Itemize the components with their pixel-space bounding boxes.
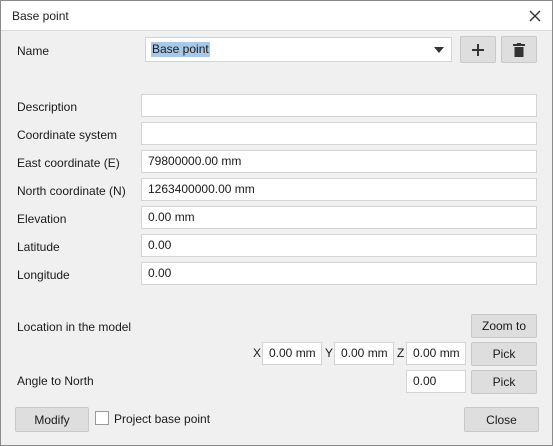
title-bar: Base point xyxy=(1,1,552,31)
zoom-to-button[interactable]: Zoom to xyxy=(471,314,537,338)
add-base-point-button[interactable] xyxy=(460,36,496,63)
angle-to-north-field[interactable]: 0.00 xyxy=(406,370,466,393)
description-label: Description xyxy=(17,100,78,114)
chevron-down-icon[interactable] xyxy=(434,47,444,53)
pick-angle-button[interactable]: Pick xyxy=(471,370,537,394)
project-base-point-label: Project base point xyxy=(114,412,211,426)
z-axis-label: Z xyxy=(397,346,405,360)
elevation-label: Elevation xyxy=(17,212,67,226)
name-label: Name xyxy=(17,44,50,58)
latitude-label: Latitude xyxy=(17,240,60,254)
base-point-dialog: Base point Name Base point Description C… xyxy=(0,0,553,446)
project-base-point-checkbox[interactable] xyxy=(95,411,109,425)
coordinate-system-field[interactable] xyxy=(141,122,537,145)
modify-button[interactable]: Modify xyxy=(15,407,89,432)
delete-base-point-button[interactable] xyxy=(501,36,537,63)
location-x-field[interactable]: 0.00 mm xyxy=(262,342,322,365)
east-coordinate-field[interactable]: 79800000.00 mm xyxy=(141,150,537,173)
pick-location-button[interactable]: Pick xyxy=(471,342,537,366)
angle-to-north-label: Angle to North xyxy=(17,374,94,388)
location-y-field[interactable]: 0.00 mm xyxy=(334,342,394,365)
elevation-field[interactable]: 0.00 mm xyxy=(141,206,537,229)
longitude-field[interactable]: 0.00 xyxy=(141,262,537,285)
location-z-field[interactable]: 0.00 mm xyxy=(406,342,466,365)
north-coordinate-field[interactable]: 1263400000.00 mm xyxy=(141,178,537,201)
trash-icon xyxy=(513,42,525,57)
x-axis-label: X xyxy=(253,346,262,360)
latitude-field[interactable]: 0.00 xyxy=(141,234,537,257)
coordinate-system-label: Coordinate system xyxy=(17,128,118,142)
close-button[interactable]: Close xyxy=(464,407,539,432)
name-dropdown[interactable]: Base point xyxy=(145,37,452,62)
name-dropdown-value: Base point xyxy=(151,42,210,57)
location-label: Location in the model xyxy=(17,320,132,334)
window-title: Base point xyxy=(12,9,69,23)
plus-icon xyxy=(472,43,484,56)
description-field[interactable] xyxy=(141,94,537,117)
y-axis-label: Y xyxy=(325,346,334,360)
close-icon[interactable] xyxy=(524,5,546,27)
longitude-label: Longitude xyxy=(17,268,70,282)
east-coordinate-label: East coordinate (E) xyxy=(17,156,120,170)
north-coordinate-label: North coordinate (N) xyxy=(17,184,126,198)
